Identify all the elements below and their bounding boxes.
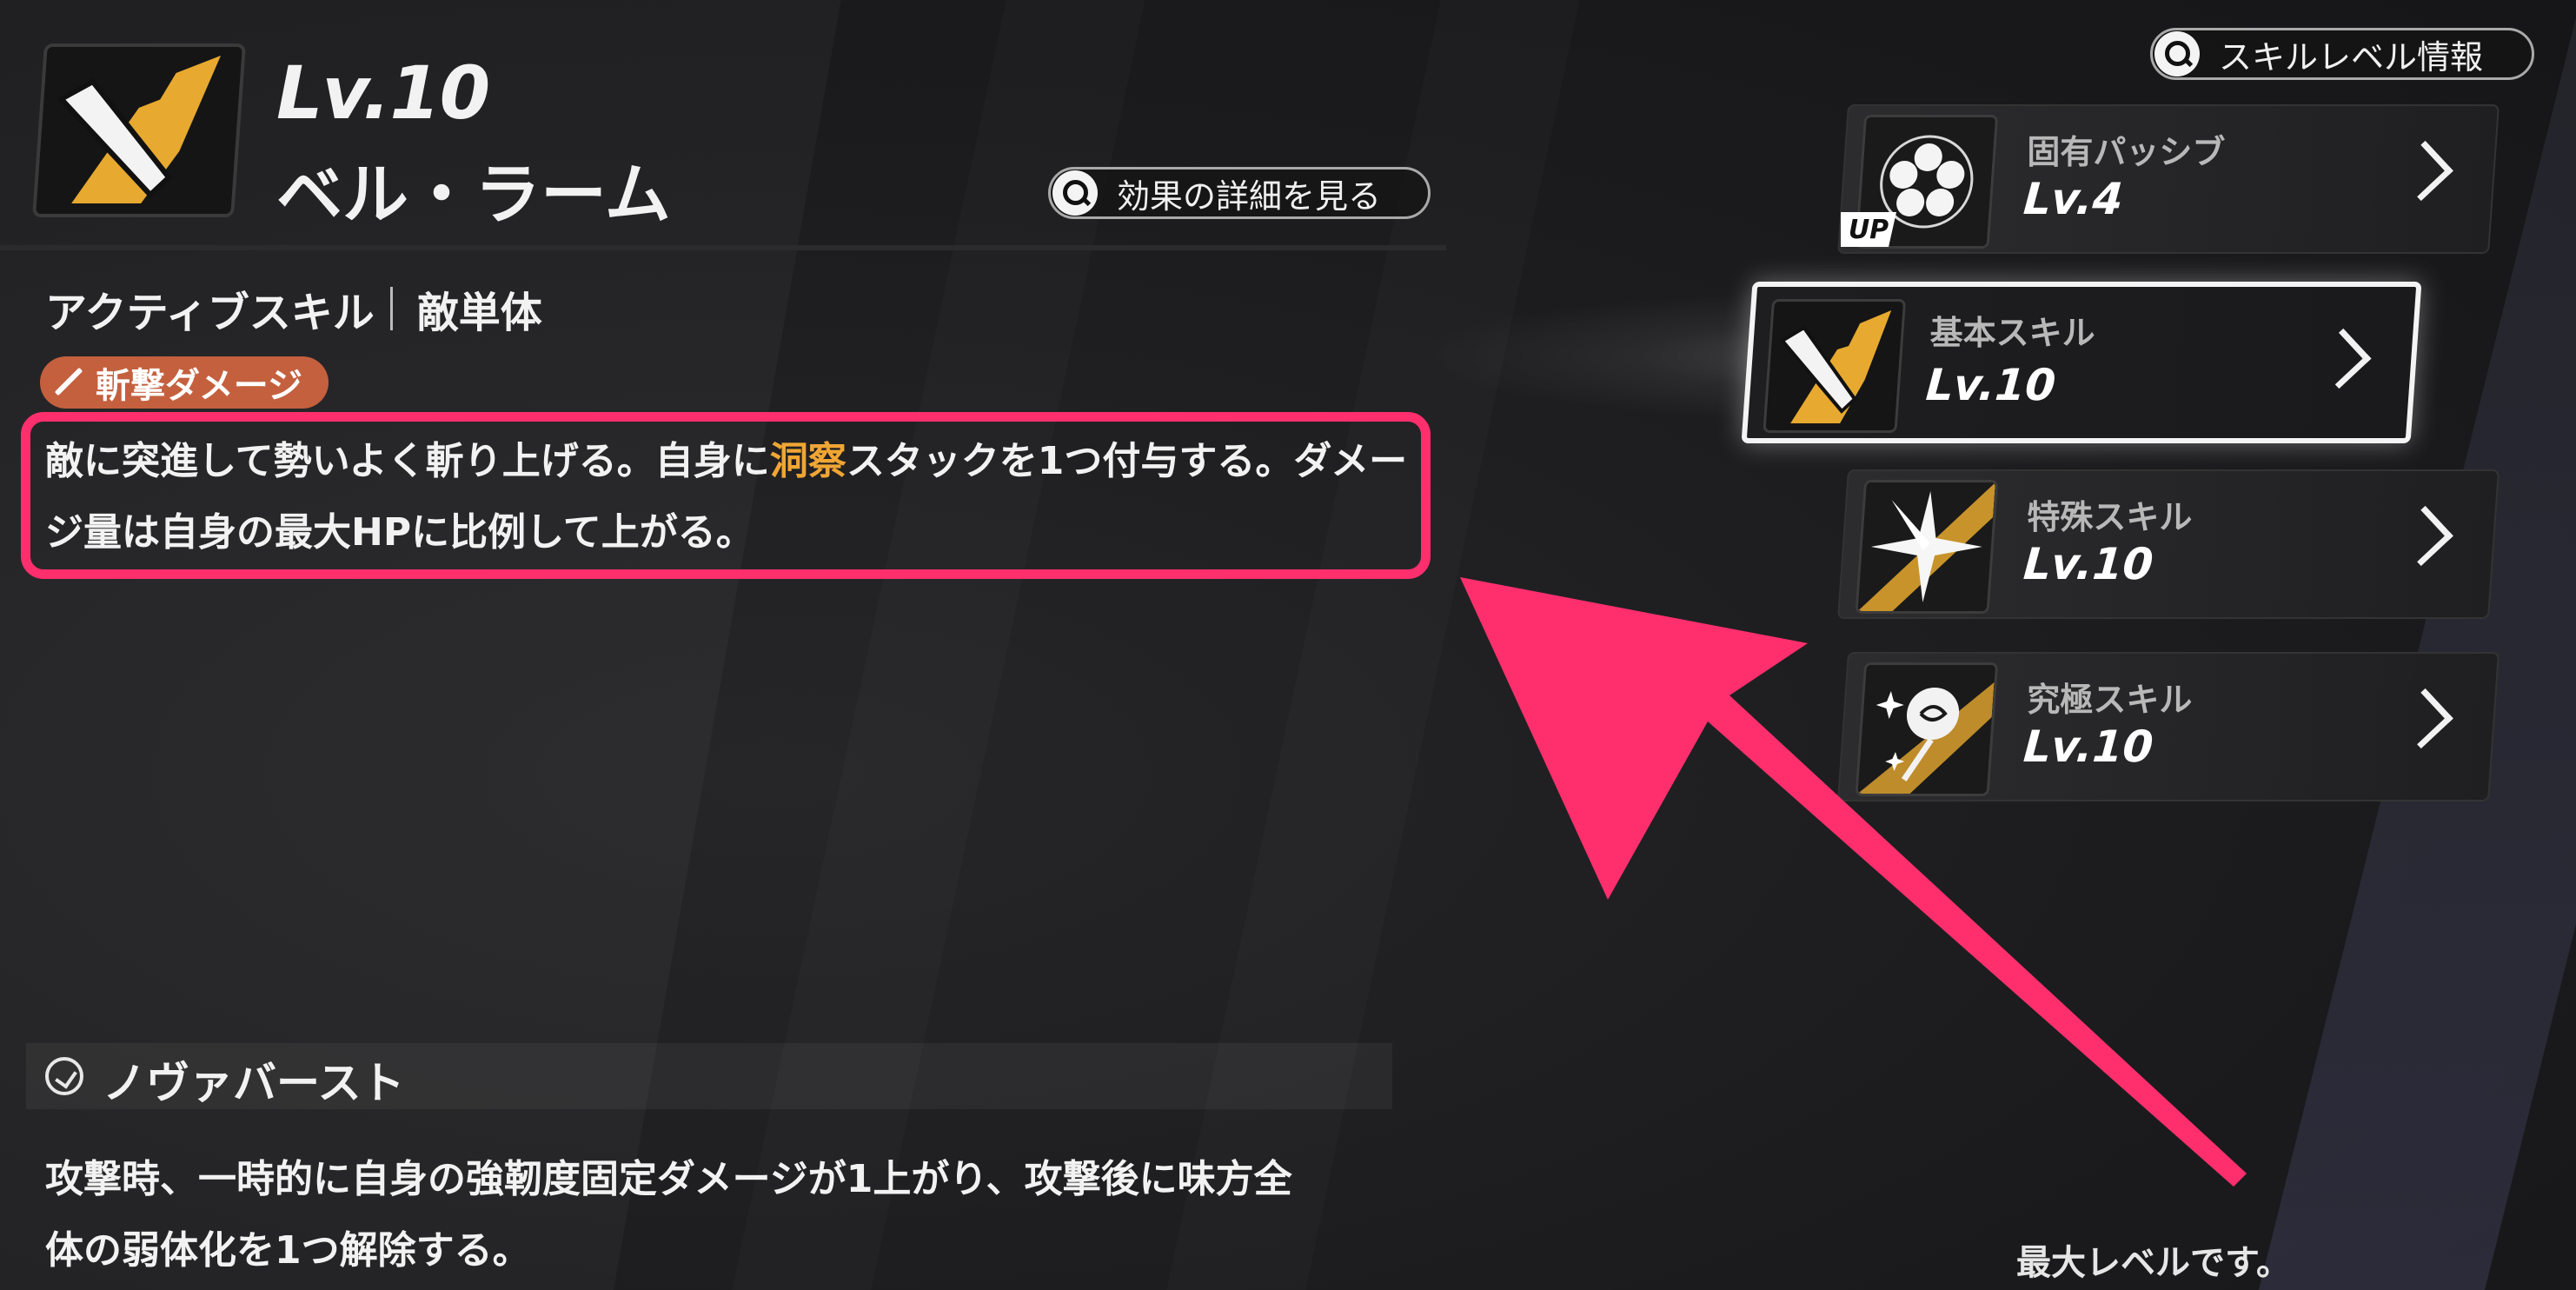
annotation-arrow bbox=[1460, 577, 2247, 1187]
